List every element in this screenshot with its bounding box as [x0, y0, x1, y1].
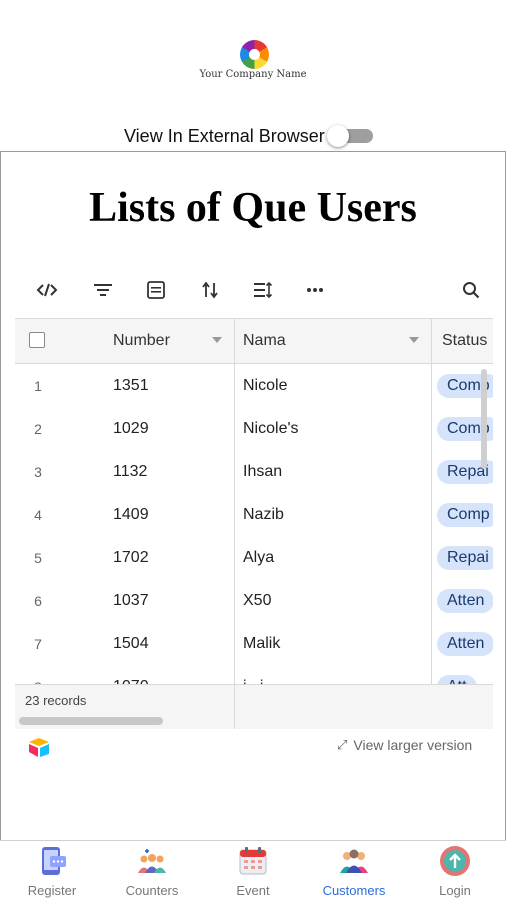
row-index: 7 [34, 635, 42, 652]
column-header-status[interactable]: Status [442, 319, 487, 363]
table-row[interactable]: 3 1132 Ihsan Repai [15, 450, 493, 494]
row-index: 2 [34, 420, 42, 437]
bottom-navigation: Register Counters Event Customers Login [0, 840, 506, 901]
number-cell[interactable]: 1037 [113, 579, 149, 622]
table-row[interactable]: 1 1351 Nicole Comp [15, 364, 493, 408]
search-icon[interactable] [459, 278, 483, 302]
nav-label: Login [439, 883, 471, 898]
grid-view-icon[interactable] [144, 278, 168, 302]
company-logo [240, 40, 269, 69]
external-browser-label: View In External Browser [124, 125, 325, 146]
nav-login[interactable]: Login [405, 841, 505, 901]
number-cell[interactable]: 1702 [113, 536, 149, 579]
column-header-nama[interactable]: Nama [243, 319, 286, 363]
status-badge[interactable]: Comp [437, 503, 493, 527]
number-cell[interactable]: 1132 [113, 450, 147, 493]
column-header-number[interactable]: Number [113, 319, 170, 363]
nav-customers[interactable]: Customers [304, 841, 404, 901]
table-row[interactable]: 6 1037 X50 Atten [15, 579, 493, 623]
expand-icon: ⤢ [337, 737, 348, 752]
login-icon [439, 845, 471, 877]
table-row[interactable]: 7 1504 Malik Atten [15, 622, 493, 666]
row-index: 5 [34, 549, 42, 566]
calendar-icon [237, 845, 269, 877]
nav-event[interactable]: Event [203, 841, 303, 901]
row-index: 1 [34, 377, 42, 394]
row-index: 6 [34, 592, 42, 609]
airtable-logo-icon[interactable] [27, 737, 51, 757]
nama-cell[interactable]: Nazib [243, 493, 284, 536]
page-title: Lists of Que Users [89, 185, 417, 231]
status-badge[interactable]: Repai [437, 546, 493, 570]
nama-cell[interactable]: Ihsan [243, 450, 282, 493]
number-cell[interactable]: 1409 [113, 493, 149, 536]
nav-label: Register [27, 883, 77, 898]
filter-icon[interactable] [91, 278, 115, 302]
nama-cell[interactable]: Nicole [243, 364, 287, 407]
chevron-down-icon[interactable] [212, 337, 222, 343]
counters-icon [136, 845, 168, 877]
nav-register[interactable]: Register [2, 841, 102, 901]
select-all-checkbox[interactable] [29, 332, 45, 348]
number-cell[interactable]: 1029 [113, 407, 149, 450]
sort-icon[interactable] [198, 278, 222, 302]
horizontal-scrollbar[interactable] [19, 717, 163, 725]
company-name: Your Company Name [199, 69, 307, 80]
nav-counters[interactable]: Counters [102, 841, 202, 901]
code-icon[interactable] [35, 278, 59, 302]
nav-label: Event [236, 883, 270, 898]
customers-icon [338, 845, 370, 877]
external-browser-row: View In External Browser [124, 125, 375, 147]
nama-cell[interactable]: Alya [243, 536, 274, 579]
table-row[interactable]: 2 1029 Nicole's Comp [15, 407, 493, 451]
column-divider [234, 319, 235, 729]
nama-cell[interactable]: X50 [243, 579, 271, 622]
status-badge[interactable]: Atten [437, 632, 493, 656]
table-row[interactable]: 4 1409 Nazib Comp [15, 493, 493, 537]
row-index: 3 [34, 463, 42, 480]
number-cell[interactable]: 1504 [113, 622, 149, 665]
row-height-icon[interactable] [251, 278, 275, 302]
toggle-knob [326, 125, 349, 147]
view-larger-link[interactable]: ⤢ View larger version [337, 737, 472, 753]
table-footer: 23 records [15, 684, 493, 729]
row-index: 4 [34, 506, 42, 523]
vertical-scrollbar[interactable] [481, 369, 487, 469]
nav-label: Counters [125, 883, 179, 898]
embedded-view-frame: Lists of Que Users Number Nama Status 1 … [0, 151, 506, 841]
more-icon[interactable] [303, 278, 327, 302]
nav-label: Customers [322, 883, 386, 898]
register-icon [36, 845, 68, 877]
table-row[interactable]: 5 1702 Alya Repai [15, 536, 493, 580]
view-larger-label: View larger version [353, 737, 473, 753]
column-divider [431, 319, 432, 729]
records-table: Number Nama Status 1 1351 Nicole Comp 2 … [15, 318, 493, 729]
number-cell[interactable]: 1351 [113, 364, 149, 407]
table-header: Number Nama Status [15, 319, 493, 364]
table-toolbar [15, 274, 493, 306]
chevron-down-icon[interactable] [409, 337, 419, 343]
column-divider [234, 685, 235, 729]
external-browser-toggle[interactable] [326, 125, 375, 147]
nama-cell[interactable]: Nicole's [243, 407, 299, 450]
status-badge[interactable]: Atten [437, 589, 493, 613]
nama-cell[interactable]: Malik [243, 622, 280, 665]
record-count: 23 records [25, 693, 87, 708]
